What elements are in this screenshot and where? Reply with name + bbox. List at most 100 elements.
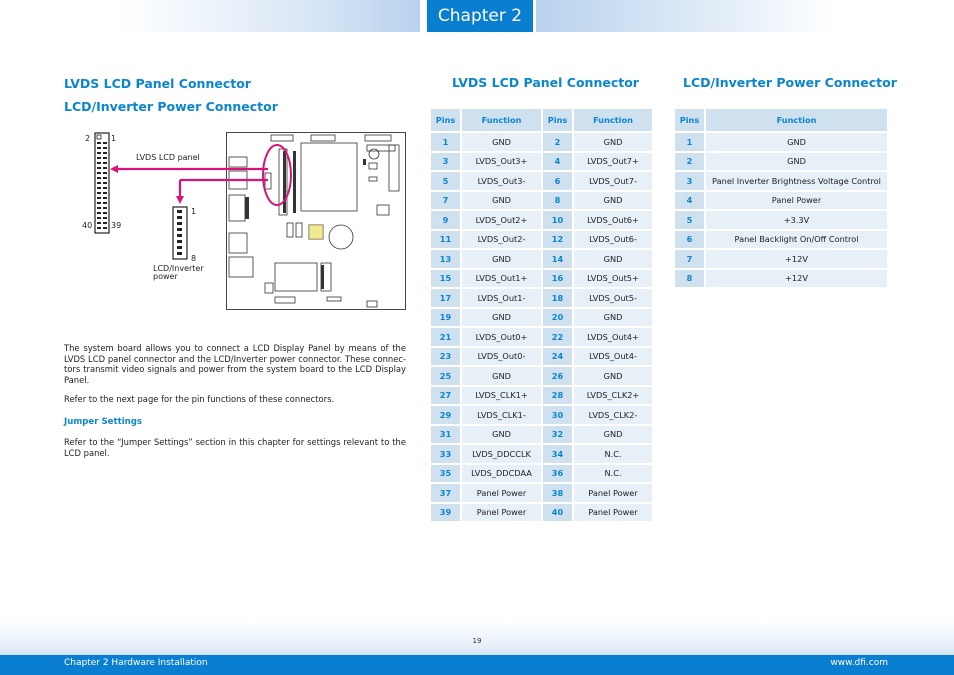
chapter-tab: Chapter 2 <box>427 0 533 32</box>
lvds-function-cell: LVDS_Out5+ <box>574 269 652 287</box>
lvds-function-cell: LVDS_Out1+ <box>462 269 541 287</box>
power-function-cell: Panel Backlight On/Off Control <box>706 230 887 248</box>
lvds-function-cell: GND <box>462 308 541 326</box>
lvds-function-cell: N.C. <box>574 445 652 463</box>
table-row: 11 LVDS_Out2- 12 LVDS_Out6- <box>431 230 652 248</box>
jumper-paragraph: Refer to the “Jumper Settings” section i… <box>64 437 406 458</box>
lvds-function-cell: LVDS_Out1- <box>462 289 541 307</box>
power-function-cell: +3.3V <box>706 211 887 229</box>
lvds-function-cell: Panel Power <box>574 484 652 502</box>
lvds-pin-cell: 28 <box>543 386 572 404</box>
lvds-pin-cell: 38 <box>543 484 572 502</box>
lvds-pin-cell: 3 <box>431 152 460 170</box>
lvds-header-cell: Pins <box>431 109 460 131</box>
power-pin-cell: 3 <box>675 172 704 190</box>
table-row: 17 LVDS_Out1- 18 LVDS_Out5- <box>431 289 652 307</box>
board-diagram: 2 1 40 39 LVDS LCD panel 1 8 LCD/Inverte… <box>80 128 420 318</box>
power-pin-cell: 8 <box>675 269 704 287</box>
lvds-function-cell: LVDS_CLK1+ <box>462 386 541 404</box>
power-function-cell: +12V <box>706 269 887 287</box>
footer-chapter-text: Chapter 2 Hardware Installation <box>64 658 208 668</box>
lvds-function-cell: LVDS_CLK2+ <box>574 386 652 404</box>
table-row: 35 LVDS_DDCDAA 36 N.C. <box>431 464 652 482</box>
lvds-function-cell: LVDS_Out3- <box>462 172 541 190</box>
lvds-pin-cell: 8 <box>543 191 572 209</box>
lvds-pin-cell: 9 <box>431 211 460 229</box>
power-function-cell: Panel Inverter Brightness Voltage Contro… <box>706 172 887 190</box>
lvds-pin-cell: 34 <box>543 445 572 463</box>
table-row: 31 GND 32 GND <box>431 425 652 443</box>
lvds-pin-cell: 13 <box>431 250 460 268</box>
lvds-table-header: Pins Function Pins Function <box>431 109 652 131</box>
lvds-function-cell: GND <box>462 191 541 209</box>
lvds-pin-cell: 24 <box>543 347 572 365</box>
table-row: 13 GND 14 GND <box>431 250 652 268</box>
power-pin-cell: 7 <box>675 250 704 268</box>
lvds-pin-cell: 36 <box>543 464 572 482</box>
lvds-function-cell: GND <box>574 133 652 151</box>
table-row: 4 Panel Power <box>675 191 887 209</box>
lvds-function-cell: GND <box>574 250 652 268</box>
table-row: 9 LVDS_Out2+ 10 LVDS_Out6+ <box>431 211 652 229</box>
lvds-header-cell: Function <box>574 109 652 131</box>
lvds-function-cell: Panel Power <box>574 503 652 521</box>
lvds-pin-cell: 19 <box>431 308 460 326</box>
lvds-function-cell: GND <box>574 425 652 443</box>
power-function-cell: Panel Power <box>706 191 887 209</box>
table-row: 7 GND 8 GND <box>431 191 652 209</box>
table-row: 3 Panel Inverter Brightness Voltage Contr… <box>675 172 887 190</box>
lvds-pin-cell: 35 <box>431 464 460 482</box>
lvds-function-cell: GND <box>462 425 541 443</box>
lvds-function-cell: GND <box>462 133 541 151</box>
power-table-body: 1 GND 2 GND 3 Panel Inverter Brightness Volta… <box>675 133 887 287</box>
lvds-function-cell: LVDS_Out4+ <box>574 328 652 346</box>
lvds-pin-cell: 39 <box>431 503 460 521</box>
lvds-function-cell: LVDS_CLK1- <box>462 406 541 424</box>
lvds-function-cell: LVDS_CLK2- <box>574 406 652 424</box>
power-pin-cell: 2 <box>675 152 704 170</box>
power-header-cell: Function <box>706 109 887 131</box>
lvds-heading-left: LVDS LCD Panel Connector <box>64 76 251 91</box>
power-function-cell: +12V <box>706 250 887 268</box>
lvds-function-cell: LVDS_Out6+ <box>574 211 652 229</box>
lvds-pin-cell: 6 <box>543 172 572 190</box>
power-table-heading: LCD/Inverter Power Connector <box>683 75 897 90</box>
lvds-pin-cell: 37 <box>431 484 460 502</box>
lvds-function-cell: Panel Power <box>462 503 541 521</box>
lvds-function-cell: LVDS_Out2+ <box>462 211 541 229</box>
power-table-header: Pins Function <box>675 109 887 131</box>
lvds-function-cell: LVDS_Out7- <box>574 172 652 190</box>
lvds-pin-cell: 26 <box>543 367 572 385</box>
table-row: 39 Panel Power 40 Panel Power <box>431 503 652 521</box>
power-pin-cell: 4 <box>675 191 704 209</box>
lvds-pin-cell: 7 <box>431 191 460 209</box>
power-pin-table: Pins Function 1 GND 2 GND 3 Panel Inverter Bri… <box>673 107 889 289</box>
lvds-function-cell: GND <box>462 367 541 385</box>
lvds-pin-cell: 2 <box>543 133 572 151</box>
lvds-pin-cell: 27 <box>431 386 460 404</box>
lvds-pin-cell: 16 <box>543 269 572 287</box>
lvds-pin-cell: 18 <box>543 289 572 307</box>
lvds-table-heading: LVDS LCD Panel Connector <box>452 75 639 90</box>
lvds-header-cell: Function <box>462 109 541 131</box>
lvds-pin-cell: 5 <box>431 172 460 190</box>
lvds-pin-cell: 23 <box>431 347 460 365</box>
footer-website[interactable]: www.dfi.com <box>830 658 888 668</box>
lvds-function-cell: GND <box>462 250 541 268</box>
table-row: 6 Panel Backlight On/Off Control <box>675 230 887 248</box>
inverter-heading-left: LCD/Inverter Power Connector <box>64 99 278 114</box>
lvds-pin-cell: 12 <box>543 230 572 248</box>
lvds-function-cell: N.C. <box>574 464 652 482</box>
table-row: 25 GND 26 GND <box>431 367 652 385</box>
lvds-function-cell: GND <box>574 308 652 326</box>
lvds-function-cell: LVDS_Out3+ <box>462 152 541 170</box>
lvds-function-cell: Panel Power <box>462 484 541 502</box>
table-row: 5 LVDS_Out3- 6 LVDS_Out7- <box>431 172 652 190</box>
table-row: 37 Panel Power 38 Panel Power <box>431 484 652 502</box>
lvds-pin-cell: 10 <box>543 211 572 229</box>
table-row: 21 LVDS_Out0+ 22 LVDS_Out4+ <box>431 328 652 346</box>
lvds-pin-table: Pins Function Pins Function 1 GND 2 GND 3 LVDS_O… <box>429 107 654 523</box>
table-row: 29 LVDS_CLK1- 30 LVDS_CLK2- <box>431 406 652 424</box>
table-row: 8 +12V <box>675 269 887 287</box>
lvds-function-cell: LVDS_Out4- <box>574 347 652 365</box>
